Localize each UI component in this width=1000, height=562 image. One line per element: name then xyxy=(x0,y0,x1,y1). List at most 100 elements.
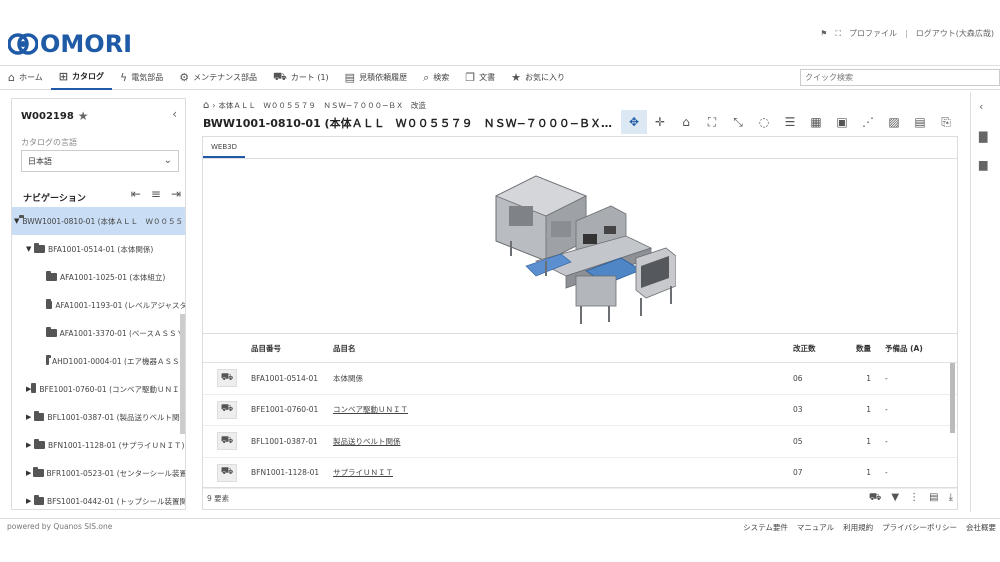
tree-node[interactable]: ▶ BFE1001-0760-01 (コンベア駆動ＵＮＩＴ xyxy=(12,375,185,403)
tree-node[interactable]: ▶ BFS1001-0442-01 (トップシール装置関 xyxy=(12,487,185,509)
nav-item-home[interactable]: ⌂ ホーム xyxy=(0,66,51,90)
footer-link-terms[interactable]: 利用規約 xyxy=(843,522,873,533)
move-icon[interactable]: ✛ xyxy=(647,110,673,134)
collapsed-arrow-icon[interactable]: ▶ xyxy=(26,413,34,421)
add-to-cart-icon[interactable]: ⛟ xyxy=(217,432,237,451)
header-part-name[interactable]: 品目名 xyxy=(333,343,793,354)
header-revision[interactable]: 改正数 xyxy=(793,343,843,354)
nav-item-favorites[interactable]: ★ お気に入り xyxy=(503,66,573,90)
fit-icon[interactable]: ⛶ xyxy=(699,110,725,134)
breadcrumb: ⌂ › 本体ＡＬＬ Ｗ００５５７９ ＮＳＷ−７０００−ＢＸ 改造 xyxy=(203,100,426,111)
table-icon[interactable]: ▤ xyxy=(907,110,933,134)
collapsed-arrow-icon[interactable]: ▶ xyxy=(26,469,33,477)
add-to-cart-icon[interactable]: ⛟ xyxy=(217,463,237,482)
part-revision: 03 xyxy=(793,405,803,415)
outdent-icon[interactable]: ⇥ xyxy=(171,187,181,201)
part-name-link[interactable]: サプライＵＮＩＴ xyxy=(333,467,793,478)
table-scrollbar[interactable] xyxy=(950,363,955,433)
tree-node[interactable]: AHD1001-0004-01 (エア機器ＡＳＳＹ xyxy=(12,347,185,375)
breadcrumb-item[interactable]: 本体ＡＬＬ Ｗ００５５７９ ＮＳＷ−７０００−ＢＸ 改造 xyxy=(218,100,426,111)
tree-node-label: BFA1001-0514-01 (本体関係) xyxy=(48,244,154,254)
tree-node[interactable]: ▶ BFN1001-1128-01 (サプライＵＮＩＴ) xyxy=(12,431,185,459)
hide-icon[interactable]: ◌ xyxy=(751,110,777,134)
machine-3d-model[interactable] xyxy=(491,166,676,331)
nav-item-cart[interactable]: ⛟ カート (1) xyxy=(265,66,337,90)
nav-item-search[interactable]: ⌕ 検索 xyxy=(415,66,457,90)
navigation-heading: ナビゲーション xyxy=(23,194,86,204)
web3d-viewer[interactable] xyxy=(203,160,957,334)
tab-web3d[interactable]: WEB3D xyxy=(203,137,245,158)
pdf-icon[interactable]: ⎘ xyxy=(933,110,959,134)
grid-icon[interactable]: ▦ xyxy=(803,110,829,134)
nav-label: 文書 xyxy=(479,73,496,82)
collapsed-arrow-icon[interactable]: ▶ xyxy=(26,497,34,505)
footer-link-manual[interactable]: マニュアル xyxy=(797,522,834,533)
footer-link-system-requirements[interactable]: システム要件 xyxy=(743,522,788,533)
table-row[interactable]: ⛟ BFN1001-1128-01 サプライＵＮＩＴ 07 1 - xyxy=(203,458,957,489)
rotate-3d-icon[interactable]: ✥ xyxy=(621,110,647,134)
quick-search-input[interactable] xyxy=(800,69,1000,86)
more-vertical-icon[interactable]: ⋮ xyxy=(909,492,919,505)
tree-node[interactable]: AFA1001-1025-01 (本体組立) xyxy=(12,263,185,291)
tree-node[interactable]: AFA1001-1193-01 (レベルアジャスタ xyxy=(12,291,185,319)
tree-scrollbar[interactable] xyxy=(180,314,185,434)
nav-item-catalog[interactable]: ⊞ カタログ xyxy=(50,66,112,90)
scatter-icon[interactable]: ⋰ xyxy=(855,110,881,134)
cart-icon[interactable]: ⛟ xyxy=(869,492,882,505)
part-number: BFA1001-0514-01 xyxy=(251,373,319,383)
nav-item-electrical[interactable]: ϟ 電気部品 xyxy=(112,66,171,90)
tree-node[interactable]: AFA1001-3370-01 (ベースＡＳＳＹ) xyxy=(12,319,185,347)
clipboard-icon[interactable]: ▤ xyxy=(929,492,938,505)
tree-node[interactable]: ▶ BFR1001-0523-01 (センターシール装置 xyxy=(12,459,185,487)
part-revision: 05 xyxy=(793,436,803,446)
part-name-link[interactable]: コンベア駆動ＵＮＩＴ xyxy=(333,404,793,415)
add-to-cart-icon[interactable]: ⛟ xyxy=(217,400,237,419)
omori-logo[interactable]: OMORI xyxy=(8,30,132,58)
tree-node[interactable]: ▶ BFL1001-0387-01 (製品送りベルト関係 xyxy=(12,403,185,431)
table-row[interactable]: ⛟ BFE1001-0760-01 コンベア駆動ＵＮＩＴ 03 1 - xyxy=(203,395,957,426)
expand-right-chevron-icon[interactable]: ‹ xyxy=(979,100,983,113)
comment-icon[interactable]: ▆ xyxy=(979,158,987,171)
tree-node[interactable]: ▼ BFA1001-0514-01 (本体関係) xyxy=(12,235,185,263)
image-icon[interactable]: ▨ xyxy=(881,110,907,134)
table-row[interactable]: ⛟ BFA1001-0514-01 本体関係 06 1 - xyxy=(203,363,957,395)
indent-icon[interactable]: ⇤ xyxy=(131,187,141,201)
part-name-link[interactable]: 製品送りベルト関係 xyxy=(333,436,793,447)
part-quantity: 1 xyxy=(866,468,871,478)
expanded-arrow-icon[interactable]: ▼ xyxy=(26,245,34,253)
comments-icon[interactable]: ▇ xyxy=(979,130,987,143)
language-select[interactable]: 日本語 ⌄ xyxy=(21,150,179,172)
profile-link[interactable]: プロファイル xyxy=(849,28,897,39)
nav-label: ホーム xyxy=(18,73,43,82)
fullscreen-icon[interactable]: ⛶ xyxy=(835,29,841,39)
flag-icon[interactable]: ⚑ xyxy=(820,29,827,38)
header-quantity[interactable]: 数量 xyxy=(843,343,885,354)
filter-icon[interactable]: ▼ xyxy=(891,492,899,505)
tree-node[interactable]: ▼ BWW1001-0810-01 (本体ＡＬＬ Ｗ００５５７９ xyxy=(12,207,185,235)
frame-icon[interactable]: ▣ xyxy=(829,110,855,134)
part-spare: - xyxy=(885,468,888,478)
collapse-left-chevron-icon[interactable]: ‹ xyxy=(172,107,177,121)
add-to-cart-icon[interactable]: ⛟ xyxy=(217,369,237,388)
favorite-star-icon[interactable]: ★ xyxy=(78,109,89,123)
omori-logo-mark-icon xyxy=(8,33,38,55)
nav-label: お気に入り xyxy=(525,73,565,82)
expanded-arrow-icon[interactable]: ▼ xyxy=(14,217,19,225)
collapse-icon[interactable]: ⤡ xyxy=(725,110,751,134)
home-icon[interactable]: ⌂ xyxy=(203,100,209,111)
table-row[interactable]: ⛟ BFL1001-0387-01 製品送りベルト関係 05 1 - xyxy=(203,426,957,458)
home-view-icon[interactable]: ⌂ xyxy=(673,110,699,134)
nav-item-quotes[interactable]: ▤ 見積依頼履歴 xyxy=(337,66,415,90)
logout-link[interactable]: ログアウト(大森広哉) xyxy=(916,28,994,39)
list-icon[interactable]: ☰ xyxy=(777,110,803,134)
collapsed-arrow-icon[interactable]: ▶ xyxy=(26,441,34,449)
header-spare[interactable]: 予備品 (A) xyxy=(885,343,945,354)
download-icon[interactable]: ⤓ xyxy=(949,492,953,505)
list-icon[interactable]: ≡ xyxy=(151,187,161,201)
footer-link-company[interactable]: 会社概要 xyxy=(966,522,996,533)
header-part-number[interactable]: 品目番号 xyxy=(251,343,333,354)
nav-item-documents[interactable]: ❐ 文書 xyxy=(457,66,503,90)
nav-item-maintenance[interactable]: ⚙ メンテナンス部品 xyxy=(171,66,265,90)
footer-link-privacy[interactable]: プライバシーポリシー xyxy=(882,522,957,533)
catalog-id-text: W002198 xyxy=(21,110,74,122)
